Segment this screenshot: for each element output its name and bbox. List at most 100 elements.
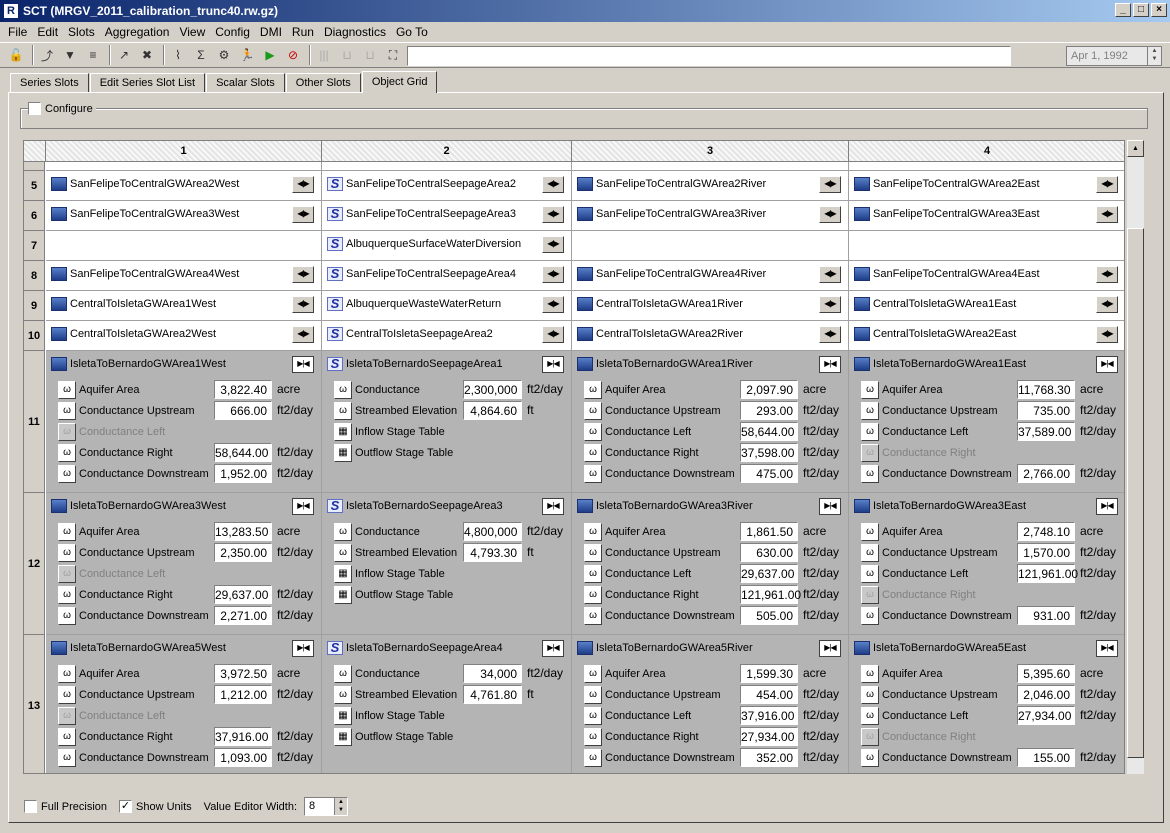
scalar-slot-icon[interactable]: ω xyxy=(58,606,76,625)
slot-row[interactable]: ω Conductance Downstream xyxy=(584,464,735,483)
grid-cell[interactable]: SanFelipeToCentralGWArea4West ◀|▶ xyxy=(46,261,322,291)
menu-view[interactable]: View xyxy=(174,25,210,39)
menu-go-to[interactable]: Go To xyxy=(391,25,433,39)
slot-value-field[interactable]: 505.00 xyxy=(740,606,798,625)
scalar-slot-icon[interactable]: ω xyxy=(58,706,76,725)
tab-edit-series-slot-list[interactable]: Edit Series Slot List xyxy=(89,73,206,93)
slot-value-field[interactable]: 2,766.00 xyxy=(1017,464,1075,483)
slot-value-field[interactable]: 293.00 xyxy=(740,401,798,420)
slot-value-field[interactable]: 3,822.40 xyxy=(214,380,272,399)
slot-value-field[interactable]: 2,748.10 xyxy=(1017,522,1075,541)
grid-cell-expanded[interactable]: IsletaToBernardoGWArea1River ▶|◀ ω Aquifer … xyxy=(572,351,849,493)
date-spinner[interactable]: ▲ ▼ xyxy=(1147,47,1161,65)
row-header[interactable]: 5 xyxy=(24,171,45,201)
scalar-slot-icon[interactable]: ω xyxy=(584,543,602,562)
export-icon[interactable]: ↗ xyxy=(114,45,134,65)
expand-arrows-icon[interactable]: ◀|▶ xyxy=(542,206,564,223)
grid-cell[interactable]: CentralToIsletaGWArea2River ◀|▶ xyxy=(572,321,849,351)
scalar-slot-icon[interactable]: ω xyxy=(584,464,602,483)
slot-row[interactable]: ω Conductance Upstream xyxy=(584,685,721,704)
grid-cell-expanded[interactable]: IsletaToBernardoGWArea5East ▶|◀ ω Aquifer A… xyxy=(849,635,1124,773)
scalar-slot-icon[interactable]: ω xyxy=(334,401,352,420)
grid-cell-expanded[interactable]: IsletaToBernardoGWArea3East ▶|◀ ω Aquifer A… xyxy=(849,493,1124,635)
slot-value-field[interactable]: 37,589.00 xyxy=(1017,422,1075,441)
slot-row[interactable]: ω Streambed Elevation xyxy=(334,543,457,562)
row-header[interactable]: 6 xyxy=(24,201,45,231)
filter-icon[interactable]: ▼ xyxy=(60,45,80,65)
expand-arrows-icon[interactable]: ◀|▶ xyxy=(1096,326,1118,343)
scalar-slot-icon[interactable]: ω xyxy=(334,543,352,562)
slot-value-field[interactable]: 2,350.00 xyxy=(214,543,272,562)
tab-object-grid[interactable]: Object Grid xyxy=(361,71,438,93)
scalar-slot-icon[interactable]: ω xyxy=(861,464,879,483)
slot-row[interactable]: ω Conductance Upstream xyxy=(58,543,195,562)
row-header[interactable]: 9 xyxy=(24,291,45,321)
grid-cell[interactable]: CentralToIsletaGWArea2East ◀|▶ xyxy=(849,321,1124,351)
slot-value-field[interactable]: 2,300,000 xyxy=(463,380,522,399)
scalar-slot-icon[interactable]: ω xyxy=(584,727,602,746)
slot-row[interactable]: ▦ Inflow Stage Table xyxy=(334,564,445,583)
scalar-slot-icon[interactable]: ω xyxy=(861,564,879,583)
grid-cell-expanded[interactable]: S IsletaToBernardoSeepageArea1 ▶|◀ ω Conduct… xyxy=(322,351,572,493)
grid-cell[interactable] xyxy=(572,231,849,261)
slot-row[interactable]: ω Aquifer Area xyxy=(58,522,140,541)
object-name[interactable]: IsletaToBernardoGWArea1East xyxy=(873,358,1026,370)
expand-arrows-icon[interactable]: ◀|▶ xyxy=(1096,296,1118,313)
grid-cell-expanded[interactable]: IsletaToBernardoGWArea5River ▶|◀ ω Aquifer … xyxy=(572,635,849,773)
scalar-slot-icon[interactable]: ω xyxy=(861,748,879,767)
slot-row[interactable]: ω Conductance xyxy=(334,664,420,683)
slot-row[interactable]: ω Conductance Downstream xyxy=(58,464,209,483)
expand-arrows-icon[interactable]: ◀|▶ xyxy=(542,326,564,343)
scalar-slot-icon[interactable]: ω xyxy=(334,664,352,683)
column-header[interactable]: 4 xyxy=(849,141,1124,162)
collapse-arrows-icon[interactable]: ▶|◀ xyxy=(292,640,314,657)
slot-row[interactable]: ω Conductance Upstream xyxy=(58,685,195,704)
slot-row[interactable]: ω Aquifer Area xyxy=(861,664,943,683)
slot-value-field[interactable]: 27,934.00 xyxy=(740,727,798,746)
object-name[interactable]: IsletaToBernardoGWArea3West xyxy=(70,500,226,512)
scalar-slot-icon[interactable]: ω xyxy=(584,564,602,583)
slot-row[interactable]: ω Conductance Downstream xyxy=(58,748,209,767)
slot-row[interactable]: ω Conductance Left xyxy=(861,564,968,583)
object-name[interactable]: SanFelipeToCentralGWArea2West xyxy=(70,178,239,190)
slot-row[interactable]: ω Conductance Downstream xyxy=(861,748,1012,767)
collapse-arrows-icon[interactable]: ▶|◀ xyxy=(819,498,841,515)
scalar-slot-icon[interactable]: ω xyxy=(58,464,76,483)
object-name[interactable]: CentralToIsletaGWArea2East xyxy=(873,328,1016,340)
slot-value-field[interactable]: 4,793.30 xyxy=(463,543,522,562)
slot-row[interactable]: ω Conductance Right xyxy=(58,727,173,746)
scroll-up-arrow[interactable]: ▲ xyxy=(1127,140,1144,157)
column-icon[interactable]: ≡ xyxy=(83,45,103,65)
slot-value-field[interactable]: 454.00 xyxy=(740,685,798,704)
menu-aggregation[interactable]: Aggregation xyxy=(100,25,175,39)
minimize-button[interactable]: _ xyxy=(1115,3,1131,17)
slot-row[interactable]: ω Conductance Left xyxy=(584,706,691,725)
expand-arrows-icon[interactable]: ◀|▶ xyxy=(819,296,841,313)
slot-value-field[interactable]: 121,961.00 xyxy=(740,585,801,604)
grid-cell-expanded[interactable]: IsletaToBernardoGWArea3River ▶|◀ ω Aquifer … xyxy=(572,493,849,635)
object-name[interactable]: IsletaToBernardoGWArea3East xyxy=(873,500,1026,512)
scalar-slot-icon[interactable]: ω xyxy=(58,585,76,604)
scalar-slot-icon[interactable]: ω xyxy=(58,522,76,541)
value-editor-width-field[interactable]: 8 ▲ ▼ xyxy=(304,797,349,816)
table-slot-icon[interactable]: ▦ xyxy=(334,706,352,725)
expand-arrows-icon[interactable]: ◀|▶ xyxy=(1096,206,1118,223)
slot-row[interactable]: ▦ Inflow Stage Table xyxy=(334,422,445,441)
slot-value-field[interactable]: 4,864.60 xyxy=(463,401,522,420)
slot-row[interactable]: ω Conductance Right xyxy=(584,727,699,746)
slot-row[interactable]: ω Aquifer Area xyxy=(58,380,140,399)
fit-icon[interactable]: ⛶ xyxy=(383,45,403,65)
slot-value-field[interactable]: 1,599.30 xyxy=(740,664,798,683)
width-spinner[interactable]: ▲ ▼ xyxy=(334,798,348,815)
object-name[interactable]: CentralToIsletaSeepageArea2 xyxy=(346,328,493,340)
slot-value-field[interactable]: 4,800,000 xyxy=(463,522,522,541)
grid-cell[interactable]: S SanFelipeToCentralSeepageArea3 ◀|▶ xyxy=(322,201,572,231)
object-name[interactable]: IsletaToBernardoSeepageArea1 xyxy=(346,358,503,370)
object-name[interactable]: SanFelipeToCentralGWArea2River xyxy=(596,178,766,190)
slot-row[interactable]: ω Conductance Right xyxy=(861,585,976,604)
slot-row[interactable]: ω Conductance Upstream xyxy=(861,401,998,420)
slot-value-field[interactable]: 666.00 xyxy=(214,401,272,420)
show-units-checkbox[interactable]: ✓ xyxy=(119,800,133,813)
slot-value-field[interactable]: 37,916.00 xyxy=(740,706,798,725)
expand-arrows-icon[interactable]: ◀|▶ xyxy=(292,206,314,223)
